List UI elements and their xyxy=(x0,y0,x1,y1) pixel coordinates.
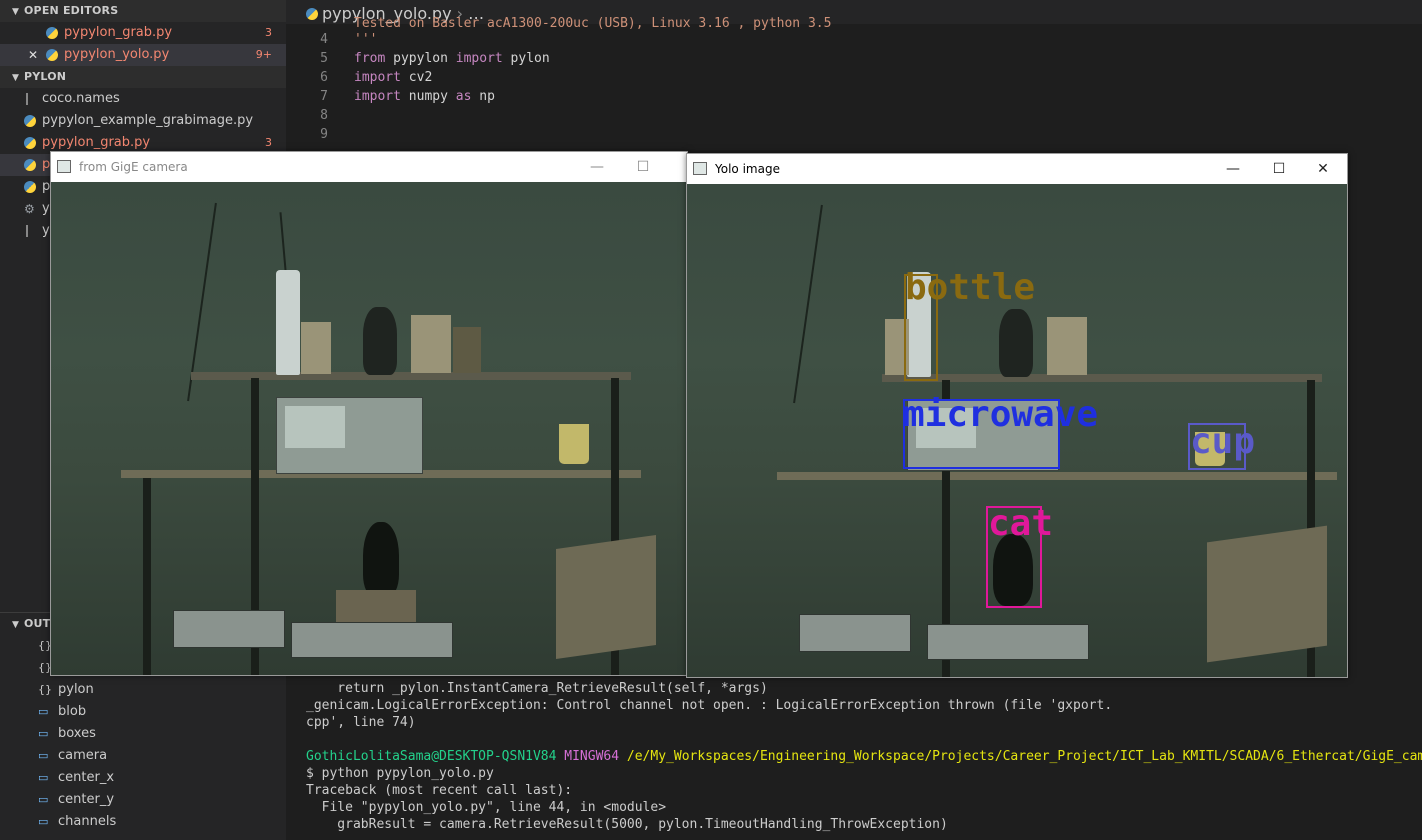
outline-item[interactable]: {} pylon xyxy=(0,679,286,701)
line-number: 8 xyxy=(320,108,328,123)
line-number: 9 xyxy=(320,127,328,142)
detection-label-cup: cup xyxy=(1190,421,1256,462)
detection-label-bottle: bottle xyxy=(905,267,1036,308)
window-app-icon xyxy=(57,160,71,173)
code-line: 5 from pypylon import pylon xyxy=(286,49,1422,68)
variable-icon: ▭ xyxy=(38,705,49,718)
python-file-icon xyxy=(46,49,58,61)
maximize-button[interactable]: ☐ xyxy=(629,156,657,178)
python-file-icon xyxy=(46,27,58,39)
folder-header[interactable]: ▼ PYLON xyxy=(0,66,286,88)
terminal-line: File "pypylon_yolo.py", line 44, in <mod… xyxy=(306,800,667,815)
code-token: numpy xyxy=(400,89,456,104)
code-token: cv2 xyxy=(400,70,433,85)
close-icon[interactable]: ✕ xyxy=(28,44,38,66)
camera-window[interactable]: from GigE camera — ☐ xyxy=(50,151,688,676)
python-file-icon xyxy=(24,159,36,171)
minimize-button[interactable]: — xyxy=(583,156,611,178)
code-token: pypylon xyxy=(385,51,456,66)
window-title: Yolo image xyxy=(715,162,780,176)
window-title: from GigE camera xyxy=(79,160,188,174)
code-line: 4 ''' xyxy=(286,30,1422,49)
code-line: 6 import cv2 xyxy=(286,68,1422,87)
detection-label-microwave: microwave xyxy=(903,394,1099,435)
detection-label-cat: cat xyxy=(988,503,1054,544)
code-text: from pypylon import pylon xyxy=(354,49,550,68)
gear-icon: ⚙ xyxy=(24,202,35,216)
code-token: import xyxy=(455,51,503,66)
code-text: import numpy as np xyxy=(354,87,495,106)
outline-item[interactable]: ▭ center_x xyxy=(0,767,286,789)
python-file-icon xyxy=(24,137,36,149)
close-button[interactable]: ✕ xyxy=(1309,158,1337,180)
variable-icon: ▭ xyxy=(38,727,49,740)
open-editor-item[interactable]: pypylon_grab.py 3 xyxy=(0,22,286,44)
file-item[interactable]: coco.names xyxy=(0,88,286,110)
terminal-line: cpp', line 74) xyxy=(306,715,416,730)
window-titlebar[interactable]: from GigE camera — ☐ xyxy=(51,152,687,182)
variable-icon: ▭ xyxy=(38,749,49,762)
text-file-icon xyxy=(26,225,36,237)
chevron-down-icon: ▼ xyxy=(12,7,20,17)
problem-count-badge: 3 xyxy=(265,26,272,39)
python-file-icon xyxy=(24,115,36,127)
outline-item[interactable]: ▭ center_y xyxy=(0,789,286,811)
outline-item[interactable]: ▭ boxes xyxy=(0,723,286,745)
variable-icon: ▭ xyxy=(38,793,49,806)
yolo-image: bottle microwave cup cat xyxy=(687,184,1347,677)
code-line: 7 import numpy as np xyxy=(286,87,1422,106)
open-editors-header[interactable]: ▼ OPEN EDITORS xyxy=(0,0,286,22)
open-editor-label: pypylon_yolo.py xyxy=(64,47,170,62)
open-editor-item-active[interactable]: ✕ pypylon_yolo.py 9+ xyxy=(0,44,286,66)
line-number: 4 xyxy=(320,32,328,47)
code-line: 8 xyxy=(286,106,1422,125)
terminal-line: Traceback (most recent call last): xyxy=(306,783,573,798)
code-token: from xyxy=(354,51,386,66)
terminal-panel[interactable]: return _pylon.InstantCamera_RetrieveResu… xyxy=(286,664,1422,840)
code-line: 9 xyxy=(286,125,1422,144)
code-text: import cv2 xyxy=(354,68,432,87)
python-file-icon xyxy=(24,181,36,193)
outline-item[interactable]: ▭ blob xyxy=(0,701,286,723)
line-number: 6 xyxy=(320,70,328,85)
maximize-button[interactable]: ☐ xyxy=(1265,158,1293,180)
file-item[interactable]: pypylon_example_grabimage.py xyxy=(0,110,286,132)
problem-count-badge: 9+ xyxy=(255,48,272,61)
code-token: np xyxy=(471,89,495,104)
module-icon: {} xyxy=(38,683,52,696)
terminal-prompt: GothicLolitaSama@DESKTOP-QSN1V84 MINGW64… xyxy=(306,749,1422,764)
minimize-button[interactable]: — xyxy=(1219,158,1247,180)
text-file-icon xyxy=(26,93,36,105)
window-titlebar[interactable]: Yolo image — ☐ ✕ xyxy=(687,154,1347,184)
terminal-line: $ python pypylon_yolo.py xyxy=(306,766,494,781)
terminal-line: return _pylon.InstantCamera_RetrieveResu… xyxy=(306,681,768,696)
window-app-icon xyxy=(693,162,707,175)
terminal-line: _genicam.LogicalErrorException: Control … xyxy=(306,698,1113,713)
line-number: 7 xyxy=(320,89,328,104)
variable-icon: ▭ xyxy=(38,771,49,784)
terminal-line: grabResult = camera.RetrieveResult(5000,… xyxy=(306,817,948,832)
chevron-down-icon: ▼ xyxy=(12,620,20,630)
camera-image xyxy=(51,182,687,675)
line-number: 5 xyxy=(320,51,328,66)
code-token: ''' xyxy=(354,32,378,47)
outline-item[interactable]: ▭ channels xyxy=(0,811,286,833)
code-token: pylon xyxy=(502,51,550,66)
chevron-down-icon: ▼ xyxy=(12,73,20,83)
code-token: import xyxy=(354,89,401,104)
variable-icon: ▭ xyxy=(38,815,49,828)
open-editor-label: pypylon_grab.py xyxy=(64,25,173,40)
code-token: as xyxy=(455,89,472,104)
yolo-window[interactable]: Yolo image — ☐ ✕ bottle microwave cup ca… xyxy=(686,153,1348,678)
camera-scene xyxy=(51,182,687,675)
code-text: ''' xyxy=(354,30,377,49)
outline-item[interactable]: ▭ camera xyxy=(0,745,286,767)
code-token: import xyxy=(354,70,401,85)
